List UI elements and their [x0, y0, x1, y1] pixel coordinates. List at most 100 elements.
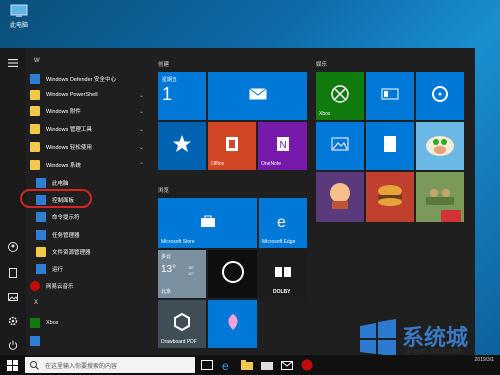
folder-icon [30, 142, 40, 152]
netease-taskbar-icon[interactable] [300, 358, 314, 372]
tile-game-badge [441, 210, 461, 222]
weather-condition: 多云 [161, 254, 172, 260]
group-label-browse: 浏览 [158, 188, 170, 194]
task-view-icon[interactable] [200, 358, 214, 372]
store-bag-icon [200, 215, 215, 227]
tile-solitaire[interactable] [366, 122, 414, 170]
tile-game-cooking[interactable] [366, 172, 414, 222]
file-explorer-taskbar-icon[interactable] [240, 358, 254, 372]
tile-groove[interactable] [416, 72, 464, 120]
computer-icon [36, 178, 46, 188]
app-camera[interactable] [30, 334, 148, 348]
run-icon [36, 264, 46, 274]
app-command-prompt[interactable]: 命令提示符 [36, 210, 154, 224]
netease-music-icon [30, 281, 40, 291]
tile-hayday-game[interactable] [416, 122, 464, 170]
settings-gear-icon[interactable] [6, 314, 20, 328]
camera-icon [30, 336, 40, 346]
taskbar-clock[interactable]: 2019/3/1 [475, 357, 494, 363]
monitor-icon [10, 4, 28, 17]
app-run[interactable]: 运行 [36, 262, 154, 276]
chevron-down-icon: ⌄ [138, 144, 144, 151]
mail-icon [248, 87, 267, 100]
chevron-up-icon: ⌃ [138, 162, 144, 169]
xbox-icon [30, 318, 40, 328]
file-explorer-icon [36, 247, 46, 257]
terminal-icon [36, 212, 46, 222]
group-letter-w[interactable]: W [34, 58, 40, 64]
office-icon [226, 136, 238, 151]
app-netease-music[interactable]: 网易云音乐 [30, 279, 148, 293]
windows-logo-icon [360, 319, 396, 357]
dolby-icon [275, 266, 291, 277]
svg-text:N: N [279, 140, 286, 151]
tile-weather[interactable]: 多云 13° 16° 10° 北京 [158, 250, 206, 298]
highlight-circle [20, 189, 92, 208]
film-icon [381, 88, 399, 100]
drawboard-hex-icon [174, 312, 190, 331]
watermark: 系统城 jingyan.baidu.com [356, 318, 500, 360]
calendar-day: 星期五 [162, 77, 178, 83]
svg-text:e: e [277, 214, 286, 229]
app-folder-accessories[interactable]: Windows 附件 ⌄ [30, 104, 148, 118]
this-pc-desktop-icon[interactable]: 此电脑 [4, 4, 34, 29]
tile-office[interactable]: Office [208, 122, 256, 170]
tile-paint3d[interactable] [208, 300, 257, 348]
app-folder-ease-of-access[interactable]: Windows 轻松使用 ⌄ [30, 140, 148, 154]
weather-temp: 13° [161, 264, 177, 275]
tile-calendar[interactable]: 星期五 1 [158, 72, 206, 120]
power-icon[interactable] [6, 338, 20, 352]
tile-movies[interactable] [366, 72, 414, 120]
app-defender[interactable]: Windows Defender 安全中心 [30, 72, 148, 86]
chevron-down-icon: ⌄ [138, 92, 144, 99]
game-battle-icon [426, 188, 454, 205]
folder-icon [30, 124, 40, 134]
app-folder-powershell[interactable]: Windows PowerShell ⌄ [30, 88, 148, 102]
tile-drawboard[interactable]: Drawboard PDF [158, 300, 206, 348]
tile-mail[interactable] [208, 72, 307, 120]
app-folder-windows-system[interactable]: Windows 系统 ⌃ [30, 158, 148, 172]
weather-low: 10° [188, 271, 195, 276]
cortana-ring-icon [221, 260, 244, 283]
app-xbox[interactable]: Xbox [30, 316, 148, 330]
chevron-down-icon: ⌄ [138, 108, 144, 115]
calendar-date: 1 [162, 84, 173, 104]
store-taskbar-icon[interactable] [260, 358, 274, 372]
paint3d-icon [228, 313, 237, 330]
tile-dolby[interactable]: DOLBY [259, 250, 307, 298]
search-placeholder: 在这里输入你要搜索的内容 [45, 363, 118, 370]
tile-store[interactable]: Microsoft Store [158, 198, 257, 248]
svg-text:e: e [222, 359, 229, 371]
task-manager-icon [36, 230, 46, 240]
weather-high: 16° [188, 265, 195, 270]
cards-icon [384, 135, 396, 152]
tile-xbox[interactable]: Xbox [316, 72, 364, 120]
app-file-explorer[interactable]: 文件资源管理器 [36, 245, 154, 259]
watermark-url: jingyan.baidu.com [406, 348, 463, 355]
edge-taskbar-icon[interactable]: e [220, 358, 234, 372]
start-windows-icon[interactable] [5, 358, 19, 372]
tile-tips[interactable] [158, 122, 206, 170]
hamburger-icon[interactable] [6, 56, 20, 70]
taskbar-search-box[interactable]: 在这里输入你要搜索的内容 [25, 357, 195, 373]
chevron-down-icon: ⌄ [138, 126, 144, 133]
tile-game-candy[interactable] [316, 172, 364, 222]
app-task-manager[interactable]: 任务管理器 [36, 228, 154, 242]
xbox-logo-icon [331, 84, 349, 103]
tile-edge[interactable]: e Microsoft Edge [259, 198, 307, 248]
documents-icon[interactable] [6, 266, 20, 280]
onenote-icon: N [276, 136, 289, 151]
tile-cortana[interactable] [208, 250, 257, 298]
edge-icon: e [277, 214, 286, 229]
user-avatar-icon[interactable] [6, 240, 20, 254]
app-folder-admin-tools[interactable]: Windows 管理工具 ⌄ [30, 122, 148, 136]
tile-photos[interactable] [316, 122, 364, 170]
desktop-icon-label: 此电脑 [9, 23, 28, 29]
group-letter-x[interactable]: X [34, 300, 38, 306]
pictures-icon[interactable] [6, 290, 20, 304]
mail-taskbar-icon[interactable] [280, 358, 294, 372]
app-this-pc[interactable]: 此电脑 [36, 176, 154, 190]
taskbar: 在这里输入你要搜索的内容 e 2019/3/1 [0, 355, 500, 375]
music-disc-icon [432, 85, 448, 102]
tile-onenote[interactable]: N OneNote [258, 122, 307, 170]
